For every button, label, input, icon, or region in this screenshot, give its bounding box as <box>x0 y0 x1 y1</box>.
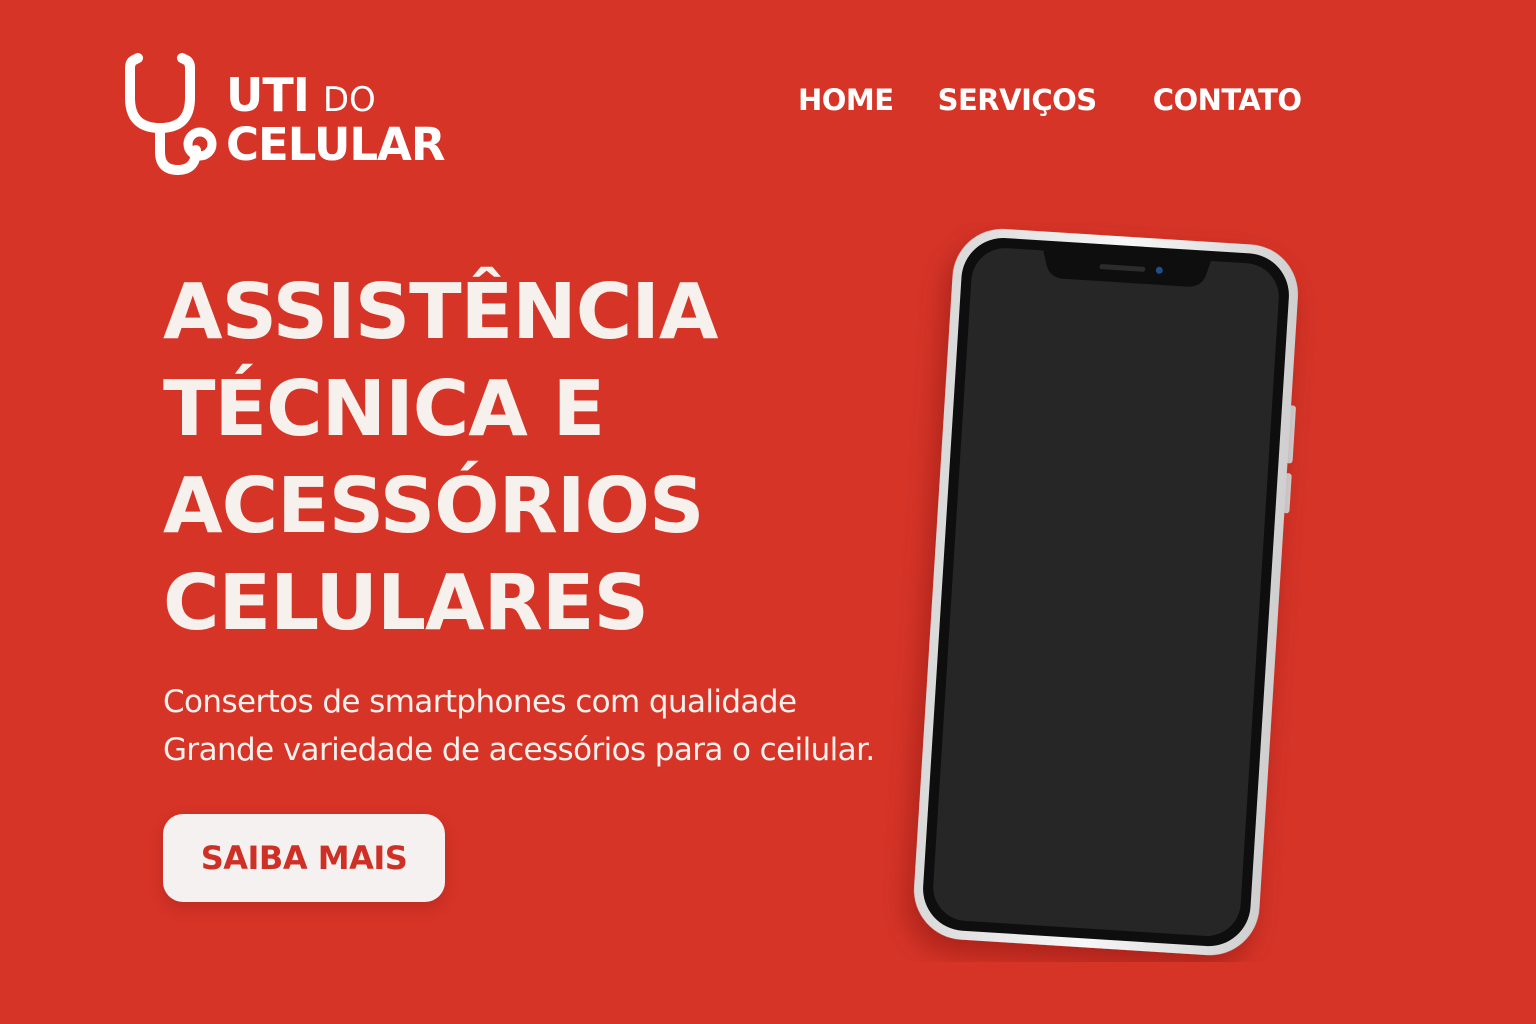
nav-item-servicos[interactable]: SERVIÇOS <box>938 83 1098 117</box>
nav-item-home[interactable]: HOME <box>798 83 894 117</box>
hero-title: ASSISTÊNCIA TÉCNICA E ACESSÓRIOS CELULAR… <box>163 264 718 652</box>
hero-description-line: Consertos de smartphones com qualidade <box>163 684 797 720</box>
hero-description-line: Grande variedade de acessórios para o ce… <box>163 732 875 768</box>
hero-title-line: ACESSÓRIOS <box>163 462 704 551</box>
hero-description: Consertos de smartphones com qualidade G… <box>163 678 875 774</box>
brand-logo[interactable]: UTI DO CELULAR <box>124 50 454 180</box>
nav-item-contato[interactable]: CONTATO <box>1153 83 1302 117</box>
smartphone-illustration <box>914 228 1298 956</box>
brand-uti: UTI <box>226 68 310 122</box>
stethoscope-icon <box>125 53 217 176</box>
saiba-mais-button[interactable]: SAIBA MAIS <box>163 814 445 902</box>
main-nav: HOME SERVIÇOS CONTATO <box>798 80 1302 120</box>
phone-screen <box>933 248 1279 936</box>
hero-title-line: TÉCNICA E <box>163 365 605 454</box>
hero-title-line: ASSISTÊNCIA <box>163 268 718 357</box>
brand-do: DO <box>322 80 376 120</box>
brand-celular: CELULAR <box>226 118 446 171</box>
hero-title-line: CELULARES <box>163 559 649 648</box>
brand-wordmark: UTI DO CELULAR <box>226 68 446 171</box>
